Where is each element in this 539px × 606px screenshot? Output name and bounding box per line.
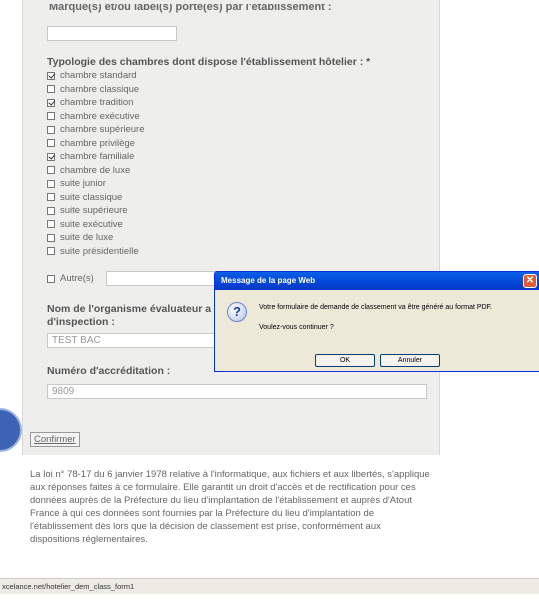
room-type-label: chambre de luxe xyxy=(60,164,131,176)
brand-label: Marque(s) et/ou label(s) porté(es) par l… xyxy=(49,4,332,13)
room-type-label: suite classique xyxy=(60,191,123,203)
room-type-item: suite supérieure xyxy=(47,204,145,218)
room-type-label: suite présidentielle xyxy=(60,245,139,257)
org-title-line2: d'inspection : xyxy=(47,316,115,328)
room-type-item: chambre privilège xyxy=(47,137,145,151)
other-label: Autre(s) xyxy=(60,273,94,284)
web-page-dialog: Message de la page Web ✕ ? Votre formula… xyxy=(214,271,539,372)
question-icon: ? xyxy=(227,302,247,322)
room-type-label: chambre classique xyxy=(60,83,140,95)
org-input[interactable] xyxy=(47,333,237,348)
room-type-label: suite exécutive xyxy=(60,218,123,230)
room-type-checkbox[interactable] xyxy=(47,247,55,256)
room-type-label: chambre standard xyxy=(60,70,137,82)
room-type-label: chambre supérieure xyxy=(60,124,145,136)
status-url: xcelance.net/hotelier_dem_class_form1 xyxy=(2,582,135,591)
accred-input[interactable] xyxy=(47,384,427,399)
other-row: Autre(s) xyxy=(47,273,94,284)
room-type-checkbox[interactable] xyxy=(47,98,55,107)
room-type-item: chambre supérieure xyxy=(47,123,145,137)
room-type-label: chambre privilège xyxy=(60,137,135,149)
other-input[interactable] xyxy=(106,271,216,286)
room-type-item: chambre de luxe xyxy=(47,164,145,178)
privacy-law-notice: La loi n° 78-17 du 6 janvier 1978 relati… xyxy=(30,469,430,545)
room-type-checkbox[interactable] xyxy=(47,152,55,161)
room-type-item: chambre familiale xyxy=(47,150,145,164)
room-types-list: chambre standard chambre classique chambre… xyxy=(47,69,145,258)
room-type-item: chambre classique xyxy=(47,83,145,97)
form-panel: Marque(s) et/ou label(s) porté(es) par l… xyxy=(22,0,440,455)
room-type-item: chambre exécutive xyxy=(47,110,145,124)
close-icon[interactable]: ✕ xyxy=(523,274,537,288)
dialog-titlebar: Message de la page Web ✕ xyxy=(215,272,539,290)
room-type-item: suite présidentielle xyxy=(47,245,145,259)
room-type-item: suite classique xyxy=(47,191,145,205)
room-type-item: chambre standard xyxy=(47,69,145,83)
cancel-button[interactable]: Annuler xyxy=(380,354,440,367)
room-type-item: suite junior xyxy=(47,177,145,191)
dialog-title: Message de la page Web xyxy=(221,276,316,285)
room-type-item: chambre tradition xyxy=(47,96,145,110)
room-type-checkbox[interactable] xyxy=(47,166,55,175)
accred-title: Numéro d'accréditation : xyxy=(47,365,171,377)
cursor-highlight-circle xyxy=(0,408,22,452)
room-type-checkbox[interactable] xyxy=(47,220,55,229)
room-type-checkbox[interactable] xyxy=(47,125,55,134)
browser-status-bar: xcelance.net/hotelier_dem_class_form1 xyxy=(0,578,539,594)
other-checkbox[interactable] xyxy=(47,274,55,283)
brand-input[interactable] xyxy=(47,26,177,41)
dialog-message: Votre formulaire de demande de classemen… xyxy=(259,304,493,311)
room-type-checkbox[interactable] xyxy=(47,233,55,242)
room-type-label: chambre tradition xyxy=(60,97,134,109)
ok-button[interactable]: OK xyxy=(315,354,375,367)
room-type-checkbox[interactable] xyxy=(47,179,55,188)
org-title: Nom de l'organisme évaluateur a d'inspec… xyxy=(47,303,211,329)
room-type-checkbox[interactable] xyxy=(47,85,55,94)
dialog-question: Voulez-vous continuer ? xyxy=(259,324,334,331)
room-type-label: suite junior xyxy=(60,178,106,190)
room-type-label: chambre familiale xyxy=(60,151,135,163)
room-type-label: suite de luxe xyxy=(60,232,114,244)
room-types-title: Typologie des chambres dont dispose l'ét… xyxy=(47,56,371,68)
room-type-checkbox[interactable] xyxy=(47,71,55,80)
room-type-checkbox[interactable] xyxy=(47,206,55,215)
room-type-label: suite supérieure xyxy=(60,205,128,217)
confirm-button[interactable]: Confirmer xyxy=(30,432,80,447)
room-type-item: suite de luxe xyxy=(47,231,145,245)
room-type-checkbox[interactable] xyxy=(47,139,55,148)
room-type-checkbox[interactable] xyxy=(47,193,55,202)
org-title-line1: Nom de l'organisme évaluateur a xyxy=(47,303,212,315)
room-type-label: chambre exécutive xyxy=(60,110,140,122)
room-type-item: suite exécutive xyxy=(47,218,145,232)
room-type-checkbox[interactable] xyxy=(47,112,55,121)
